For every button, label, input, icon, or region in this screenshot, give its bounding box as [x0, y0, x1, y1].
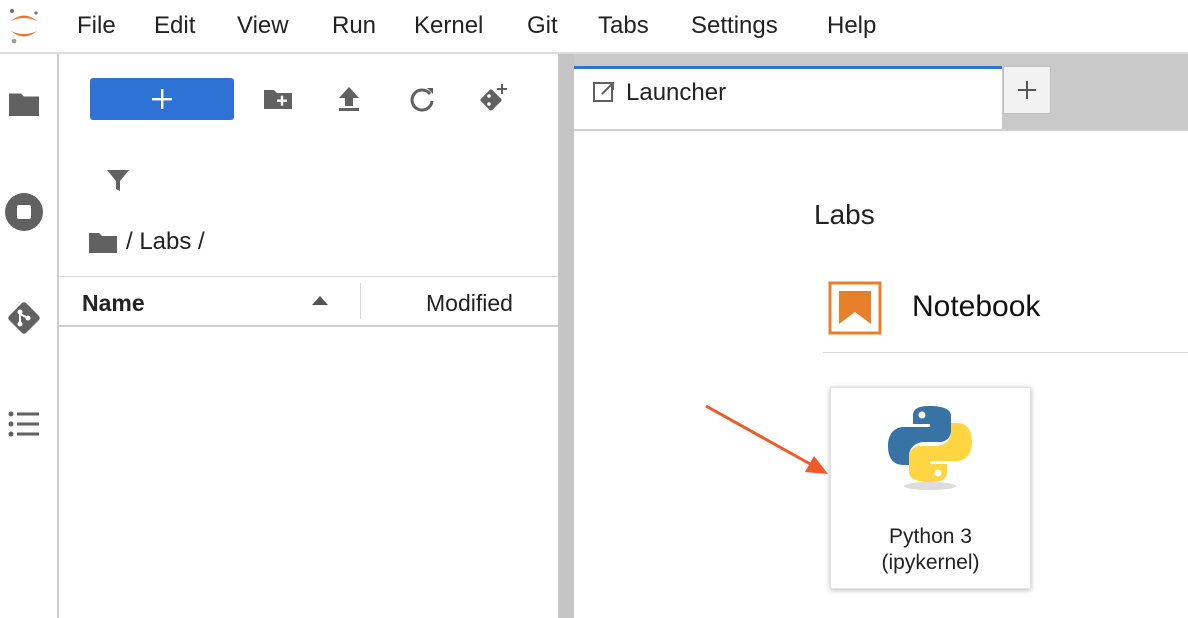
- folder-icon[interactable]: [6, 86, 42, 122]
- python-logo-icon: [888, 406, 972, 490]
- menu-edit[interactable]: Edit: [154, 12, 195, 40]
- menu-file[interactable]: File: [77, 12, 116, 40]
- breadcrumb[interactable]: / Labs /: [126, 228, 205, 256]
- column-header-modified[interactable]: Modified: [426, 290, 513, 317]
- git-clone-icon[interactable]: [476, 82, 510, 116]
- tab-launcher-label: Launcher: [626, 79, 727, 106]
- jupyter-logo-icon[interactable]: [6, 4, 42, 46]
- menu-tabs[interactable]: Tabs: [598, 12, 649, 40]
- menu-run[interactable]: Run: [332, 12, 376, 40]
- plus-icon: [152, 89, 172, 109]
- filter-icon[interactable]: [104, 166, 132, 194]
- menu-help[interactable]: Help: [827, 12, 876, 40]
- new-button-label: [90, 78, 234, 120]
- new-launcher-button[interactable]: [90, 78, 234, 120]
- breadcrumb-home-icon[interactable]: [88, 230, 118, 254]
- panel-splitter[interactable]: [558, 54, 574, 618]
- add-tab-button[interactable]: [1003, 66, 1051, 114]
- kernel-card-subname: (ipykernel): [881, 551, 980, 574]
- kernel-card-name: Python 3: [889, 525, 972, 548]
- list-icon[interactable]: [6, 406, 42, 442]
- menu-view[interactable]: View: [237, 12, 289, 40]
- file-browser-panel: [59, 54, 558, 618]
- launcher-icon: [593, 82, 614, 102]
- column-header-name[interactable]: Name: [82, 290, 145, 317]
- notebook-icon: [828, 281, 882, 335]
- section-divider: [823, 352, 1188, 353]
- menu-settings[interactable]: Settings: [691, 12, 778, 40]
- plus-icon: [1018, 81, 1036, 99]
- menu-git[interactable]: Git: [527, 12, 558, 40]
- refresh-icon[interactable]: [405, 82, 439, 116]
- stop-circle-icon[interactable]: [4, 192, 44, 232]
- kernel-card-label: Python 3 (ipykernel): [830, 524, 1031, 576]
- sort-ascending-icon[interactable]: [312, 296, 328, 305]
- git-icon[interactable]: [4, 298, 44, 338]
- annotation-arrow-icon: [705, 404, 828, 474]
- upload-icon[interactable]: [332, 82, 366, 116]
- menu-kernel[interactable]: Kernel: [414, 12, 483, 40]
- launcher-section-label: Notebook: [912, 290, 1041, 323]
- launcher-section-title: Labs: [814, 199, 875, 230]
- new-folder-icon[interactable]: [261, 82, 295, 116]
- column-divider[interactable]: [360, 283, 361, 319]
